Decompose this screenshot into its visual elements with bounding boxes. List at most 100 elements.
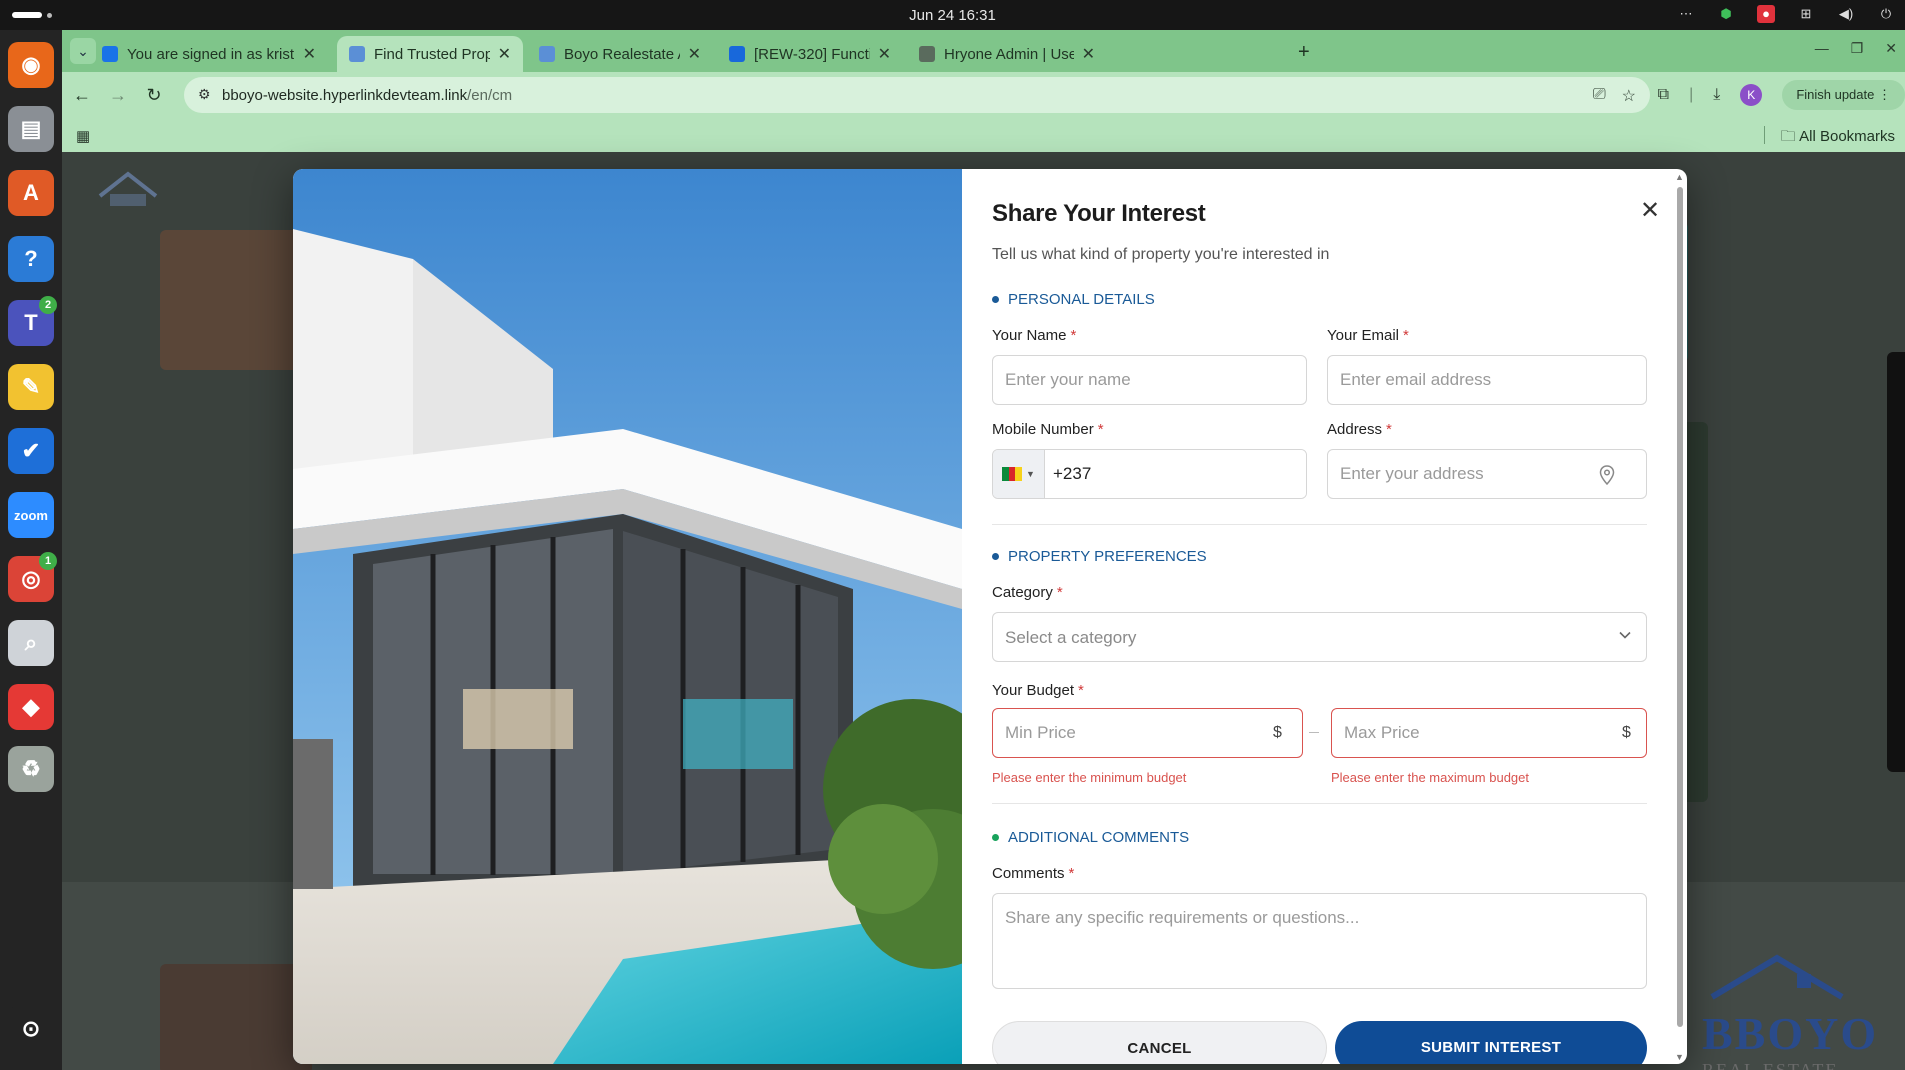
files-icon[interactable]: ▤ xyxy=(8,106,54,152)
zoom-icon[interactable]: zoom xyxy=(8,492,54,538)
tab-favicon-icon xyxy=(919,46,935,62)
listing-card xyxy=(160,964,312,1070)
help-icon[interactable]: ? xyxy=(8,236,54,282)
scrollbar-thumb[interactable] xyxy=(1677,187,1683,1027)
window-close-icon[interactable]: ✕ xyxy=(1885,40,1897,57)
category-select[interactable]: Select a category xyxy=(992,612,1647,662)
required-mark: * xyxy=(1070,327,1077,344)
modal-subtitle: Tell us what kind of property you're int… xyxy=(992,246,1330,263)
cancel-button[interactable]: CANCEL xyxy=(992,1021,1327,1064)
app-center-icon[interactable]: A xyxy=(8,170,54,216)
budget-label-text: Your Budget xyxy=(992,682,1075,699)
network-icon[interactable]: ⊞ xyxy=(1797,5,1815,23)
reload-icon[interactable]: ↻ xyxy=(142,83,166,107)
villa-image xyxy=(293,169,962,1064)
ubuntu-apps-icon[interactable]: ⊙ xyxy=(8,1006,54,1052)
section-divider xyxy=(992,524,1647,525)
chevron-down-icon xyxy=(1619,631,1631,639)
section-bullet-icon xyxy=(992,834,999,841)
tab-favicon-icon xyxy=(349,46,365,62)
url-host: bboyo-website.hyperlinkdevteam.link xyxy=(222,87,468,104)
anydesk-icon[interactable]: ◆ xyxy=(8,684,54,730)
site-logo xyxy=(92,166,164,214)
more-icon[interactable]: ⋯ xyxy=(1677,5,1695,23)
browser-tab[interactable]: You are signed in as krist ✕ xyxy=(90,36,328,72)
tab-favicon-icon xyxy=(102,46,118,62)
required-mark: * xyxy=(1068,865,1075,882)
install-app-icon[interactable]: ⎚ xyxy=(1593,86,1606,106)
reporting-side-tab[interactable] xyxy=(1887,352,1905,772)
tab-close-icon[interactable]: ✕ xyxy=(303,44,316,64)
brand-watermark-logo: BBOYO REAL ESTATE xyxy=(1702,952,1902,1070)
restore-icon[interactable]: ❐ xyxy=(1851,40,1864,57)
browser-tab[interactable]: Boyo Realestate Admin ✕ xyxy=(527,36,713,72)
category-label-text: Category xyxy=(992,584,1053,601)
section-personal-label: PERSONAL DETAILS xyxy=(1008,291,1155,308)
url-text[interactable]: bboyo-website.hyperlinkdevteam.link/en/c… xyxy=(222,87,512,104)
email-label: Your Email * xyxy=(1327,327,1409,344)
comments-label: Comments * xyxy=(992,865,1074,882)
tab-title: [REW-320] Functional > C xyxy=(754,45,870,63)
tab-close-icon[interactable]: ✕ xyxy=(878,44,891,64)
max-price-field[interactable] xyxy=(1331,708,1647,758)
bookmarks-divider xyxy=(1764,126,1765,144)
min-price-field[interactable] xyxy=(992,708,1303,758)
tasks-icon[interactable]: ✔ xyxy=(8,428,54,474)
scroll-down-icon[interactable]: ▼ xyxy=(1675,1052,1684,1062)
text-editor-icon[interactable]: ✎ xyxy=(8,364,54,410)
system-clock[interactable]: Jun 24 16:31 xyxy=(0,7,1905,24)
toolbar-right: ⧉ | ⤓ K Finish update ⋮ xyxy=(1658,80,1905,110)
form-scrollbar[interactable]: ▲ ▼ xyxy=(1675,172,1684,1062)
new-tab-icon[interactable]: + xyxy=(1298,41,1310,64)
finish-update-button[interactable]: Finish update ⋮ xyxy=(1782,80,1905,110)
firefox-icon[interactable]: ◉ xyxy=(8,42,54,88)
browser-tab[interactable]: Hryone Admin | User ✕ xyxy=(907,36,1107,72)
submit-interest-button[interactable]: SUBMIT INTEREST xyxy=(1335,1021,1647,1064)
email-field[interactable] xyxy=(1327,355,1647,405)
tab-title: Boyo Realestate Admin xyxy=(564,45,680,63)
address-bar[interactable]: ⚙ bboyo-website.hyperlinkdevteam.link/en… xyxy=(184,77,1650,113)
recording-icon[interactable]: ● xyxy=(1757,5,1775,23)
tab-close-icon[interactable]: ✕ xyxy=(1082,44,1095,64)
volume-icon[interactable]: ◀) xyxy=(1837,5,1855,23)
tab-close-icon[interactable]: ✕ xyxy=(688,44,701,64)
max-currency-symbol: $ xyxy=(1622,724,1631,741)
downloads-icon[interactable]: ⤓ xyxy=(1713,86,1720,104)
scroll-up-icon[interactable]: ▲ xyxy=(1675,172,1684,182)
mobile-label-text: Mobile Number xyxy=(992,421,1094,438)
chrome-icon[interactable]: ◎ 1 xyxy=(8,552,57,602)
site-info-icon[interactable]: ⚙ xyxy=(198,86,211,103)
tab-favicon-icon xyxy=(729,46,745,62)
location-pin-icon[interactable] xyxy=(1599,465,1615,485)
listing-card xyxy=(160,230,312,370)
teams-icon[interactable]: T2 xyxy=(8,296,57,346)
browser-tab[interactable]: Find Trusted Property Ac ✕ xyxy=(337,36,523,72)
security-icon[interactable]: ⬢ xyxy=(1717,5,1735,23)
notification-badge: 1 xyxy=(39,552,57,570)
browser-toolbar: ← → ↻ ⚙ bboyo-website.hyperlinkdevteam.l… xyxy=(62,72,1905,118)
apps-grid-icon[interactable]: ▦ xyxy=(76,127,90,145)
name-field[interactable] xyxy=(992,355,1307,405)
all-bookmarks-button[interactable]: 🗀 All Bookmarks xyxy=(1781,126,1895,151)
tab-close-icon[interactable]: ✕ xyxy=(498,44,511,64)
trash-icon[interactable]: ♻ xyxy=(8,746,54,792)
mobile-number-field[interactable] xyxy=(1045,450,1306,498)
back-icon[interactable]: ← xyxy=(70,83,94,107)
section-comments-label: ADDITIONAL COMMENTS xyxy=(1008,829,1190,846)
tab-strip: ⌄ You are signed in as krist ✕ Find Truste… xyxy=(62,30,1905,72)
profile-avatar[interactable]: K xyxy=(1740,84,1763,106)
budget-label: Your Budget * xyxy=(992,682,1084,699)
dock-item-label: zoom xyxy=(14,507,48,523)
bookmark-star-icon[interactable]: ☆ xyxy=(1622,86,1636,106)
country-code-dropdown[interactable]: ▼ xyxy=(993,450,1045,498)
power-icon[interactable]: ⏻ xyxy=(1877,5,1895,23)
section-property-preferences: PROPERTY PREFERENCES xyxy=(992,548,1207,565)
minimize-icon[interactable]: — xyxy=(1815,40,1829,57)
extensions-icon[interactable]: ⧉ xyxy=(1658,86,1669,104)
comments-textarea[interactable] xyxy=(992,893,1647,989)
forward-icon[interactable]: → xyxy=(106,83,130,107)
close-icon[interactable]: ✕ xyxy=(1638,199,1662,223)
browser-tab[interactable]: [REW-320] Functional > C ✕ xyxy=(717,36,903,72)
notification-badge: 2 xyxy=(39,296,57,314)
screenshot-icon[interactable]: ⌕ xyxy=(8,620,54,666)
